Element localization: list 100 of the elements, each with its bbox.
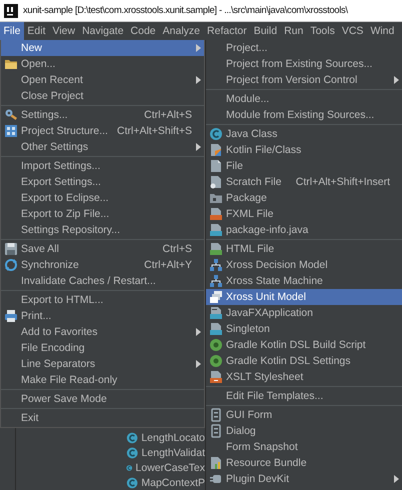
folder-icon <box>209 191 223 205</box>
menu-item[interactable]: FXML File <box>206 206 402 222</box>
menu-item[interactable]: New <box>1 40 204 56</box>
printer-icon <box>4 309 18 323</box>
menu-item[interactable]: XSLT Stylesheet <box>206 369 402 385</box>
menu-item-label: File Encoding <box>21 342 86 354</box>
menu-item[interactable]: Xross Unit Model <box>206 289 402 305</box>
menu-bar-item[interactable]: VCS <box>338 22 367 40</box>
menu-item[interactable]: Invalidate Caches / Restart... <box>1 273 204 289</box>
menu-item[interactable]: Edit File Templates... <box>206 388 402 404</box>
menu-item[interactable]: File Encoding <box>1 340 204 356</box>
circle-icon <box>126 430 138 444</box>
shortcut-label: Ctrl+Alt+S <box>143 109 192 121</box>
document-icon <box>209 370 223 384</box>
menu-item-label: Singleton <box>226 323 271 335</box>
tree-item[interactable]: LengthLocato <box>141 432 205 444</box>
document-icon <box>209 207 223 221</box>
window-title: xunit-sample [D:\test\com.xrosstools.xunit.sample] - ...\src\main\java\com\xrosstools\ <box>23 5 348 16</box>
menu-item[interactable]: Gradle Kotlin DSL Build Script <box>206 337 402 353</box>
document-icon <box>209 159 223 173</box>
menu-item[interactable]: Module... <box>206 91 402 107</box>
menu-item[interactable]: Java Class <box>206 126 402 142</box>
menu-item-label: File <box>226 160 244 172</box>
menu-item[interactable]: Export to Zip File... <box>1 206 204 222</box>
menu-item[interactable]: Settings Repository... <box>1 222 204 238</box>
menu-item[interactable]: Add to Favorites <box>1 324 204 340</box>
menu-item[interactable]: Export to HTML... <box>1 292 204 308</box>
menu-bar-item[interactable]: View <box>49 22 79 40</box>
menu-item[interactable]: Other Settings <box>1 139 204 155</box>
menu-item-label: Project Structure... <box>21 125 109 137</box>
menu-item[interactable]: Xross State Machine <box>206 273 402 289</box>
menu-item[interactable]: Make File Read-only <box>1 372 204 388</box>
menu-item-label: Edit File Templates... <box>226 390 324 402</box>
menu-item[interactable]: Open Recent <box>1 72 204 88</box>
circle-icon <box>209 354 223 368</box>
menu-item[interactable]: Dialog <box>206 423 402 439</box>
menu-item-label: Add to Favorites <box>21 326 98 338</box>
menu-item-label: Print... <box>21 310 52 322</box>
menu-item-label: Export to Zip File... <box>21 208 110 220</box>
menu-bar-item[interactable]: File <box>0 22 24 40</box>
circle-icon <box>209 127 223 141</box>
tree-item[interactable]: LengthValidat <box>142 446 205 458</box>
menu-bar-item[interactable]: Code <box>127 22 160 40</box>
menu-item-label: Open... <box>21 58 56 70</box>
menu-item[interactable]: HTML File <box>206 241 402 257</box>
menu-item[interactable]: Settings... Ctrl+Alt+S <box>1 107 204 123</box>
menu-item-label: Line Separators <box>21 358 96 370</box>
menu-item[interactable]: Project from Existing Sources... <box>206 56 402 72</box>
menu-item[interactable]: Synchronize Ctrl+Alt+Y <box>1 257 204 273</box>
menu-item[interactable]: Kotlin File/Class <box>206 142 402 158</box>
menu-item[interactable]: Plugin DevKit <box>206 471 402 487</box>
menu-item-label: Module... <box>226 93 270 105</box>
menu-item[interactable]: JavaFXApplication <box>206 305 402 321</box>
hierarchy-icon <box>209 258 223 272</box>
shortcut-label: Ctrl+Alt+Shift+S <box>116 125 192 137</box>
menu-item[interactable]: Export to Eclipse... <box>1 190 204 206</box>
menu-item[interactable]: Line Separators <box>1 356 204 372</box>
menu-item[interactable]: Save All Ctrl+S <box>1 241 204 257</box>
menu-item-label: GUI Form <box>226 409 274 421</box>
menu-item[interactable]: Scratch File Ctrl+Alt+Shift+Insert <box>206 174 402 190</box>
menu-item[interactable]: Project from Version Control <box>206 72 402 88</box>
menu-item[interactable]: Package <box>206 190 402 206</box>
menu-item[interactable]: Close Project <box>1 88 204 104</box>
tree-item[interactable]: MapContextP <box>141 476 205 488</box>
menu-item[interactable]: Module from Existing Sources... <box>206 107 402 123</box>
menu-item[interactable]: Open... <box>1 56 204 72</box>
menu-item[interactable]: Singleton <box>206 321 402 337</box>
menu-item[interactable]: Project... <box>206 40 402 56</box>
menu-item[interactable]: Exit <box>1 410 204 426</box>
menu-item[interactable]: Form Snapshot <box>206 439 402 455</box>
menu-item[interactable]: Xross Decision Model <box>206 257 402 273</box>
menu-bar-item[interactable]: Navigate <box>78 22 128 40</box>
menu-item[interactable]: Import Settings... <box>1 158 204 174</box>
sync-icon <box>4 258 18 272</box>
menu-bar-item[interactable]: Tools <box>306 22 338 40</box>
menu-item[interactable]: Export Settings... <box>1 174 204 190</box>
menu-bar-item[interactable]: Wind <box>366 22 398 40</box>
menu-item[interactable]: Project Structure... Ctrl+Alt+Shift+S <box>1 123 204 139</box>
menu-item[interactable]: File <box>206 158 402 174</box>
menu-bar-item[interactable]: Build <box>250 22 281 40</box>
menu-bar-item[interactable]: Edit <box>24 22 50 40</box>
document-icon <box>209 143 223 157</box>
menu-item[interactable]: GUI Form <box>206 407 402 423</box>
menu-item-label: JavaFXApplication <box>226 307 314 319</box>
menu-item[interactable]: package-info.java <box>206 222 402 238</box>
menu-bar-item[interactable]: Run <box>280 22 307 40</box>
tree-item[interactable]: LowerCaseTex <box>136 462 205 474</box>
menu-item-label: Kotlin File/Class <box>226 144 302 156</box>
menu-item[interactable]: Gradle Kotlin DSL Settings <box>206 353 402 369</box>
menu-item-label: Other Settings <box>21 141 90 153</box>
menu-item[interactable]: Print... <box>1 308 204 324</box>
menu-item-label: Open Recent <box>21 74 84 86</box>
menu-item[interactable]: Resource Bundle <box>206 455 402 471</box>
menu-item-label: Dialog <box>226 425 257 437</box>
menu-bar-item[interactable]: Refactor <box>204 22 250 40</box>
menu-item-label: Power Save Mode <box>21 393 108 405</box>
menu-item-label: Resource Bundle <box>226 457 308 469</box>
menu-bar-item[interactable]: Analyze <box>159 22 204 40</box>
shortcut-label: Ctrl+Alt+Shift+Insert <box>294 176 390 188</box>
menu-item[interactable]: Power Save Mode <box>1 391 204 407</box>
